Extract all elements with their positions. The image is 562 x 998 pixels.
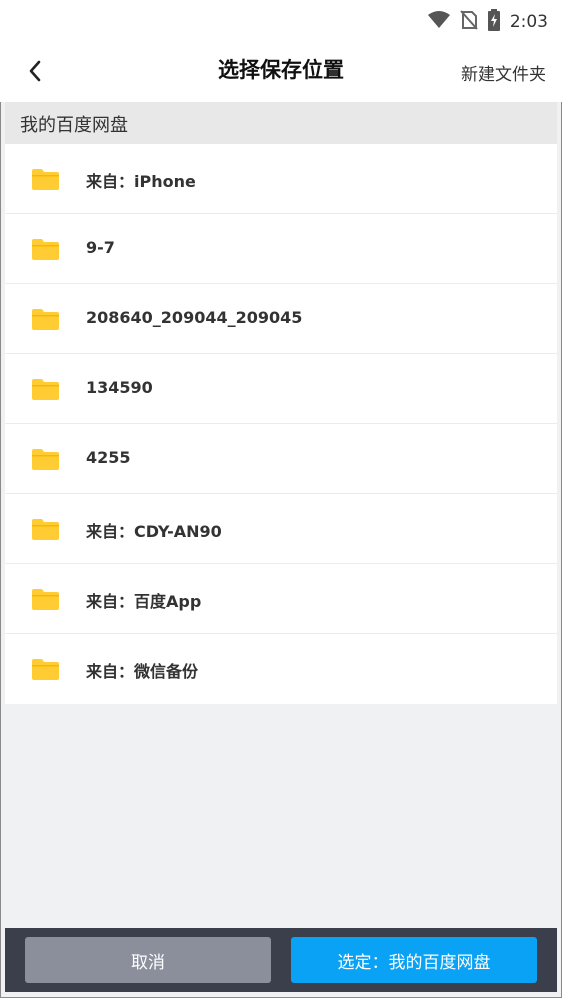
confirm-location-button[interactable]: 选定：我的百度网盘 [291, 937, 537, 983]
folder-icon [32, 239, 59, 260]
folder-name: 来自：iPhone [86, 172, 196, 191]
folder-row[interactable]: 来自：CDY-AN90 [5, 494, 557, 564]
folder-name: 4255 [86, 448, 131, 467]
new-folder-button[interactable]: 新建文件夹 [461, 60, 546, 85]
folder-row[interactable]: 来自：iPhone [5, 144, 557, 214]
folder-icon [32, 589, 59, 610]
folder-row[interactable]: 134590 [5, 354, 557, 424]
breadcrumb-label: 我的百度网盘 [20, 115, 128, 136]
status-bar: 2:03 [0, 0, 562, 40]
folder-list: 来自：iPhone 9-7 208640_209044_209045 13459… [5, 144, 557, 704]
folder-icon [32, 449, 59, 470]
folder-name: 9-7 [86, 238, 115, 257]
folder-icon [32, 309, 59, 330]
folder-row[interactable]: 9-7 [5, 214, 557, 284]
folder-icon [32, 169, 59, 190]
folder-name: 208640_209044_209045 [86, 308, 303, 327]
status-time: 2:03 [509, 12, 548, 32]
folder-row[interactable]: 来自：微信备份 [5, 634, 557, 704]
folder-row[interactable]: 4255 [5, 424, 557, 494]
bottom-action-bar: 取消 选定：我的百度网盘 [5, 928, 557, 992]
title-bar: 选择保存位置 新建文件夹 [0, 40, 562, 102]
breadcrumb: 我的百度网盘 [5, 102, 557, 144]
folder-name: 来自：CDY-AN90 [86, 522, 222, 541]
battery-charging-icon [487, 9, 500, 35]
no-sim-icon [460, 10, 478, 34]
folder-row[interactable]: 来自：百度App [5, 564, 557, 634]
folder-name: 来自：微信备份 [86, 662, 199, 681]
folder-icon [32, 659, 59, 680]
wifi-icon [427, 11, 450, 33]
folder-icon [32, 519, 59, 540]
folder-name: 来自：百度App [86, 592, 202, 611]
cancel-button[interactable]: 取消 [25, 937, 271, 983]
folder-icon [32, 379, 59, 400]
folder-row[interactable]: 208640_209044_209045 [5, 284, 557, 354]
chevron-left-icon [29, 60, 41, 82]
back-button[interactable] [22, 58, 48, 84]
folder-name: 134590 [86, 378, 153, 397]
status-icons: 2:03 [427, 9, 548, 35]
